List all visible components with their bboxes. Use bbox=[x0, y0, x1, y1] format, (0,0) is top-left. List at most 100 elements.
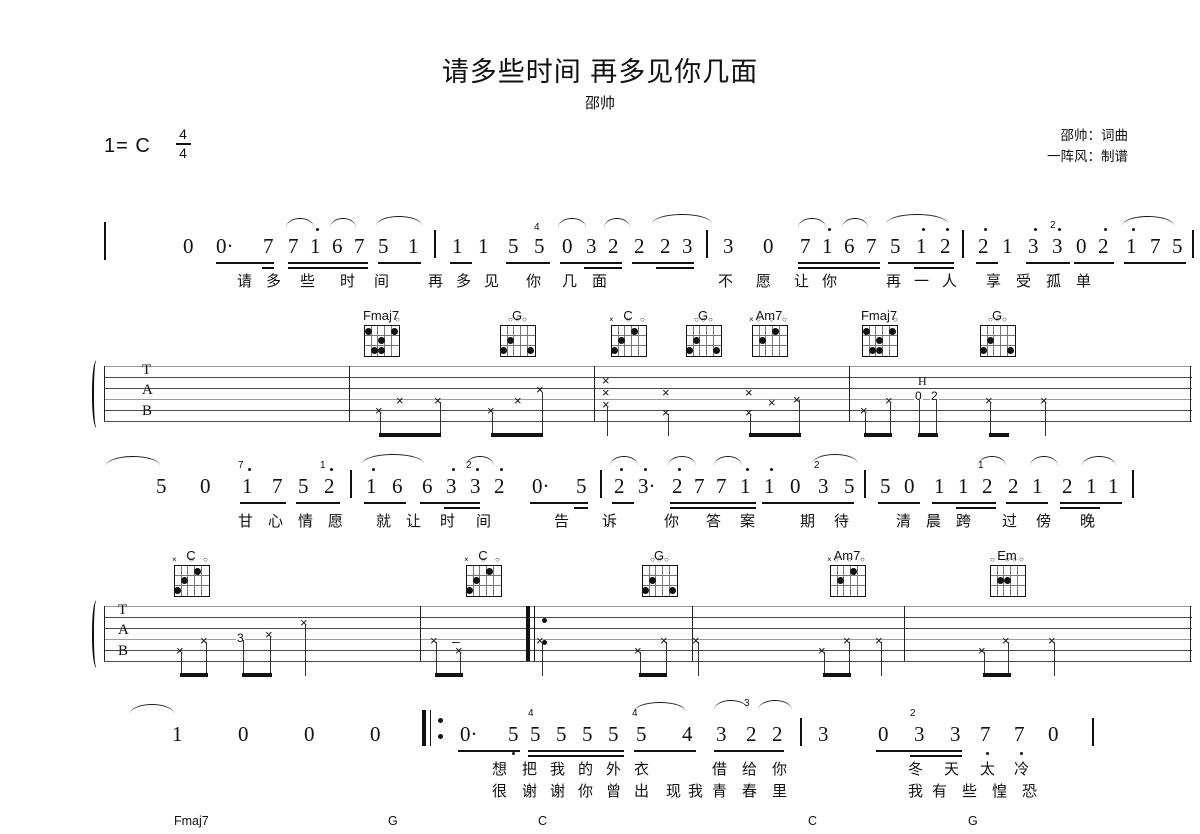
jianpu-note: 3 bbox=[446, 474, 457, 498]
open-string-marker: ○ bbox=[481, 555, 486, 564]
jianpu-note: 1 bbox=[1002, 234, 1013, 258]
jianpu-note: 3 bbox=[818, 722, 829, 746]
jianpu-note: 4 bbox=[682, 722, 693, 746]
finger-dot bbox=[642, 587, 649, 594]
jianpu-note: 5 bbox=[582, 722, 593, 746]
jianpu-note: 5 bbox=[636, 722, 647, 746]
jianpu-note: 7 bbox=[866, 234, 877, 258]
finger-dot bbox=[181, 577, 188, 584]
jianpu-system-3: 1 0 0 0 0· 5 5 4 5 5 5 5 4 4 3 2 2 3 3 0… bbox=[0, 698, 1200, 800]
muted-string-marker: × bbox=[827, 555, 832, 564]
jianpu-note: 0 bbox=[1048, 722, 1059, 746]
finger-dot bbox=[987, 337, 994, 344]
jianpu-note: 0 bbox=[904, 474, 915, 498]
jianpu-note: 2 bbox=[746, 722, 757, 746]
jianpu-note: 3 bbox=[723, 234, 734, 258]
jianpu-note: 2 bbox=[1062, 474, 1073, 498]
lyric-syllable: 你 bbox=[526, 273, 542, 290]
finger-dot bbox=[527, 347, 534, 354]
lyric-syllable: 时 bbox=[340, 273, 356, 290]
lyric-syllable-verse2: 恐 bbox=[1022, 783, 1038, 800]
jianpu-note: 5 bbox=[530, 722, 541, 746]
jianpu-note: 5 bbox=[508, 722, 519, 746]
end-barline bbox=[1192, 230, 1194, 258]
lyric-syllable-verse2: 出 bbox=[634, 783, 650, 800]
jianpu-note: 0 bbox=[562, 234, 573, 258]
lyric-syllable: 外 bbox=[606, 761, 622, 778]
open-string-marker: ○ bbox=[626, 315, 631, 324]
muted-string-marker: × bbox=[172, 555, 177, 564]
lyric-syllable: 晚 bbox=[1080, 513, 1096, 530]
lyric-syllable: 时 bbox=[440, 513, 456, 530]
lyric-syllable: 待 bbox=[834, 513, 850, 530]
jianpu-note: 3 bbox=[950, 722, 961, 746]
jianpu-note: 7 bbox=[694, 474, 705, 498]
finger-dot bbox=[365, 328, 372, 335]
open-string-marker: ○ bbox=[701, 315, 706, 324]
open-string-marker: ○ bbox=[189, 555, 194, 564]
jianpu-note: 7 bbox=[263, 234, 274, 258]
open-string-marker: ○ bbox=[508, 315, 513, 324]
lyric-syllable-verse2: 你 bbox=[578, 783, 594, 800]
lyric-syllable: 晨 bbox=[926, 513, 942, 530]
jianpu-note: 6 bbox=[332, 234, 343, 258]
open-string-marker: ○ bbox=[495, 555, 500, 564]
jianpu-note: 6 bbox=[844, 234, 855, 258]
lyric-syllable: 间 bbox=[374, 273, 390, 290]
finger-dot bbox=[611, 347, 618, 354]
credit-words-music: 邵帅：词曲 bbox=[1060, 128, 1129, 143]
finger-dot bbox=[980, 347, 987, 354]
jianpu-note: 1 bbox=[1126, 234, 1137, 258]
jianpu-note: 1 bbox=[916, 234, 927, 258]
jianpu-note: 7 bbox=[272, 474, 283, 498]
open-string-marker: ○ bbox=[640, 315, 645, 324]
page-title: 请多些时间 再多见你几面 bbox=[441, 57, 759, 87]
artist-name: 邵帅 bbox=[584, 95, 615, 112]
jianpu-note: 2 bbox=[614, 474, 625, 498]
jianpu-note: 1 bbox=[478, 234, 489, 258]
lyric-syllable: 的 bbox=[578, 761, 594, 778]
chord-name: Fmaj7 bbox=[174, 814, 209, 828]
finger-dot bbox=[693, 337, 700, 344]
lyric-syllable-verse2: 惶 bbox=[992, 783, 1008, 800]
tab-letter-a: A bbox=[118, 622, 129, 638]
lyric-syllable-verse2: 春 bbox=[742, 783, 758, 800]
tuplet-marker: 2 bbox=[1050, 220, 1056, 231]
lyric-syllable-verse2: 有 bbox=[932, 783, 948, 800]
jianpu-note: 3 bbox=[1028, 234, 1039, 258]
muted-string-marker: × bbox=[464, 555, 469, 564]
jianpu-note: 0 bbox=[370, 722, 381, 746]
jianpu-note: 1 bbox=[1086, 474, 1097, 498]
tab-system-1: Fmaj7 ○ G ○ ○ ○ C × ○ ○ G ○ ○ ○ Am7 × ○ … bbox=[0, 308, 1200, 458]
lyric-syllable: 想 bbox=[492, 761, 508, 778]
finger-dot bbox=[391, 328, 398, 335]
open-string-marker: ○ bbox=[847, 555, 852, 564]
lyric-syllable: 见 bbox=[484, 273, 500, 290]
lyric-syllable: 冬 bbox=[908, 761, 924, 778]
lyric-syllable: 孤 bbox=[1046, 273, 1062, 290]
finger-dot bbox=[649, 577, 656, 584]
jianpu-note: 3 bbox=[682, 234, 693, 258]
jianpu-note: 5 bbox=[298, 474, 309, 498]
jianpu-note: 1 bbox=[1108, 474, 1119, 498]
jianpu-note: 5 bbox=[534, 234, 545, 258]
lyric-syllable: 就 bbox=[376, 513, 392, 530]
jianpu-note: 7 bbox=[288, 234, 299, 258]
lyric-syllable: 我 bbox=[550, 761, 566, 778]
open-string-marker: ○ bbox=[990, 555, 995, 564]
lyric-syllable: 些 bbox=[300, 273, 316, 290]
jianpu-note: 7 bbox=[1150, 234, 1161, 258]
jianpu-note: 0· bbox=[460, 722, 478, 746]
jianpu-note: 3 bbox=[818, 474, 829, 498]
lyric-syllable: 案 bbox=[740, 513, 756, 530]
finger-dot bbox=[876, 347, 883, 354]
staff-brace bbox=[92, 600, 102, 668]
lyric-syllable: 清 bbox=[896, 513, 912, 530]
jianpu-note: 1 bbox=[452, 234, 463, 258]
chord-name: G bbox=[968, 814, 978, 828]
open-string-marker: ○ bbox=[657, 555, 662, 564]
finger-dot bbox=[889, 328, 896, 335]
fret-number: 2 bbox=[930, 389, 939, 403]
bottom-chord-row: Fmaj7 G C C G bbox=[0, 814, 1200, 834]
lyric-syllable: 再 bbox=[428, 273, 444, 290]
